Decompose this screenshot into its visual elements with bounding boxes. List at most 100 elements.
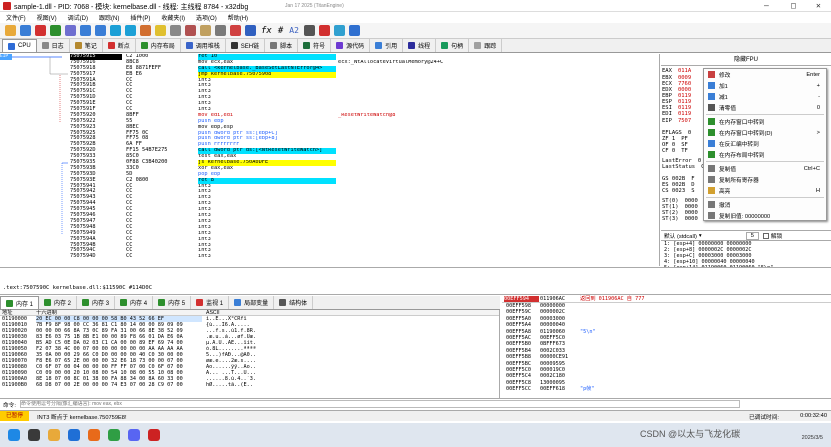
menu-file[interactable]: 文件(F) bbox=[6, 13, 26, 22]
hide-fpu-toggle[interactable]: 隐藏FPU bbox=[661, 54, 831, 66]
context-menu-item[interactable]: 清零值 0 bbox=[704, 102, 826, 113]
tab-trace[interactable]: 跟踪 bbox=[469, 39, 503, 52]
search-icon[interactable] bbox=[28, 429, 40, 441]
tab-notes[interactable]: 笔记 bbox=[70, 39, 103, 52]
context-menu-item[interactable]: 复制旧值: 00000000 bbox=[704, 210, 826, 221]
tab-source[interactable]: 源代码 bbox=[331, 39, 371, 52]
menu-debug[interactable]: 调试(D) bbox=[68, 13, 88, 22]
stack-view[interactable]: 00EFF594 011906AC 返回到 011906AC 自 777 00E… bbox=[502, 296, 831, 398]
tab-call-stack[interactable]: 调用堆栈 bbox=[181, 39, 226, 52]
restart-icon[interactable] bbox=[20, 25, 31, 36]
stack-row[interactable]: 00EFF5CC 00EFF618 "p帧" bbox=[502, 386, 831, 392]
run-icon[interactable] bbox=[50, 25, 61, 36]
maximize-icon[interactable]: □ bbox=[791, 1, 796, 10]
tab-dump-3[interactable]: 内存 3 bbox=[77, 296, 116, 309]
tab-memory-map[interactable]: 内存布局 bbox=[136, 39, 181, 52]
tab-locals[interactable]: 局部变量 bbox=[229, 296, 275, 309]
functions-icon[interactable]: fx bbox=[261, 26, 272, 36]
menu-help[interactable]: 帮助(H) bbox=[228, 13, 248, 22]
disassembly-view[interactable]: EIP 75075915 C2 1000 ret 10 75075916 8BC8 mov… bbox=[0, 54, 660, 266]
context-menu-item[interactable]: 修改 Enter bbox=[704, 69, 826, 80]
call-stack-icon bbox=[185, 42, 193, 49]
tab-symbols[interactable]: 符号 bbox=[298, 39, 332, 52]
text-icon[interactable]: A2 bbox=[289, 26, 299, 35]
context-menu-item[interactable]: 在内存布局中转到 bbox=[704, 149, 826, 160]
chevron-down-icon[interactable]: ▾ bbox=[699, 233, 702, 239]
register-row[interactable]: CF 0 TF bbox=[662, 148, 688, 154]
execute-till-return-icon[interactable] bbox=[140, 25, 151, 36]
comments-icon[interactable] bbox=[215, 25, 226, 36]
tab-log[interactable]: 日志 bbox=[37, 39, 70, 52]
context-menu-item[interactable]: 减1 - bbox=[704, 91, 826, 102]
app-icon[interactable] bbox=[128, 429, 140, 441]
close-icon[interactable]: ✕ bbox=[816, 1, 821, 10]
menu-view[interactable]: 视图(V) bbox=[37, 13, 57, 22]
context-menu-item[interactable]: 加1 + bbox=[704, 80, 826, 91]
trace-over-icon[interactable] bbox=[125, 25, 136, 36]
context-menu-item[interactable]: 在反汇编中转到 bbox=[704, 138, 826, 149]
calculator-icon[interactable] bbox=[333, 25, 345, 36]
memory-dump[interactable]: 地址 十六进制 ASCII 01190000 20 EC 00 00 C8 00 … bbox=[0, 310, 500, 398]
step-over-icon[interactable] bbox=[95, 25, 106, 36]
tab-threads[interactable]: 线程 bbox=[403, 39, 437, 52]
tab-breakpoints[interactable]: 断点 bbox=[103, 39, 136, 52]
firefox-icon[interactable] bbox=[88, 429, 100, 441]
arg-count-stepper[interactable]: 5 bbox=[745, 231, 759, 240]
context-menu-item[interactable]: 复制值 Ctrl+C bbox=[704, 163, 826, 174]
tab-dump-2[interactable]: 内存 2 bbox=[39, 296, 78, 309]
struct-icon bbox=[279, 299, 287, 306]
tab-script[interactable]: 脚本 bbox=[265, 39, 299, 52]
unlock-checkbox[interactable] bbox=[762, 232, 769, 239]
tab-references[interactable]: 引用 bbox=[370, 39, 404, 52]
tab-dump-4[interactable]: 内存 4 bbox=[115, 296, 154, 309]
tab-cpu[interactable]: CPU bbox=[2, 39, 37, 52]
tab-struct[interactable]: 结构体 bbox=[274, 296, 314, 309]
patch-icon[interactable] bbox=[200, 25, 211, 36]
trace-into-icon[interactable] bbox=[110, 25, 121, 36]
register-row[interactable]: LastStatusC bbox=[662, 164, 704, 170]
minimize-icon[interactable]: — bbox=[764, 1, 769, 10]
command-input[interactable] bbox=[19, 400, 740, 408]
open-icon[interactable] bbox=[5, 25, 16, 36]
chrome-icon[interactable] bbox=[108, 429, 120, 441]
calling-convention-select[interactable]: 默认 (stdcall) bbox=[664, 231, 697, 240]
log-icon[interactable] bbox=[318, 25, 330, 36]
disasm-row[interactable]: 7507594D CC int3 bbox=[0, 253, 659, 260]
register-context-menu[interactable]: 修改 Enter 加1 + 减1 - 清零值 0 在内存窗口中转到 在内存窗口中转到(D) > 在反汇… bbox=[703, 68, 827, 221]
run-to-user-code-icon[interactable] bbox=[155, 25, 166, 36]
context-menu-item[interactable]: 在内存窗口中转到(D) > bbox=[704, 127, 826, 138]
register-row[interactable]: CS 0023 S bbox=[662, 188, 695, 194]
tab-handles[interactable]: 句柄 bbox=[436, 39, 470, 52]
hash-icon[interactable]: # bbox=[278, 26, 283, 36]
register-row[interactable]: ST(3) 0000 bbox=[662, 216, 698, 222]
memory-icon[interactable] bbox=[185, 25, 196, 36]
settings-icon[interactable] bbox=[303, 25, 315, 36]
step-into-icon[interactable] bbox=[80, 25, 91, 36]
register-row[interactable]: EDI 0119 bbox=[662, 111, 691, 117]
help-icon[interactable] bbox=[348, 25, 360, 36]
context-menu-item[interactable]: 在内存窗口中转到 bbox=[704, 116, 826, 127]
tab-dump-1[interactable]: 内存 1 bbox=[0, 296, 40, 309]
tab-seh[interactable]: SEH链 bbox=[226, 39, 266, 52]
pause-icon[interactable] bbox=[65, 25, 76, 36]
x32dbg-icon[interactable] bbox=[148, 429, 160, 441]
context-menu-item[interactable]: 复制所有寄存器 bbox=[704, 174, 826, 185]
menu-plugins[interactable]: 插件(P) bbox=[130, 13, 150, 22]
tab-watch-1[interactable]: 监视 1 bbox=[191, 296, 230, 309]
menu-trace[interactable]: 跟踪(N) bbox=[99, 13, 119, 22]
menu-options[interactable]: 选项(O) bbox=[196, 13, 217, 22]
labels-icon[interactable] bbox=[230, 25, 241, 36]
stop-icon[interactable] bbox=[35, 25, 46, 36]
scylla-icon[interactable] bbox=[170, 25, 181, 36]
explorer-icon[interactable] bbox=[48, 429, 60, 441]
edge-icon[interactable] bbox=[68, 429, 80, 441]
context-menu-item[interactable]: 高亮 H bbox=[704, 185, 826, 196]
menu-favourites[interactable]: 收藏夹(I) bbox=[161, 13, 185, 22]
start-icon[interactable] bbox=[8, 429, 20, 441]
register-row[interactable]: EIP 7507 bbox=[662, 118, 691, 124]
context-menu-item[interactable]: 撤消 bbox=[704, 199, 826, 210]
tab-dump-5[interactable]: 内存 5 bbox=[153, 296, 192, 309]
bookmarks-icon[interactable] bbox=[245, 25, 256, 36]
dump-row[interactable]: 011900B0 68 D8 07 00 2E 00 00 00 74 E3 07… bbox=[0, 382, 499, 388]
register-row[interactable]: EAX 011A bbox=[662, 68, 691, 74]
